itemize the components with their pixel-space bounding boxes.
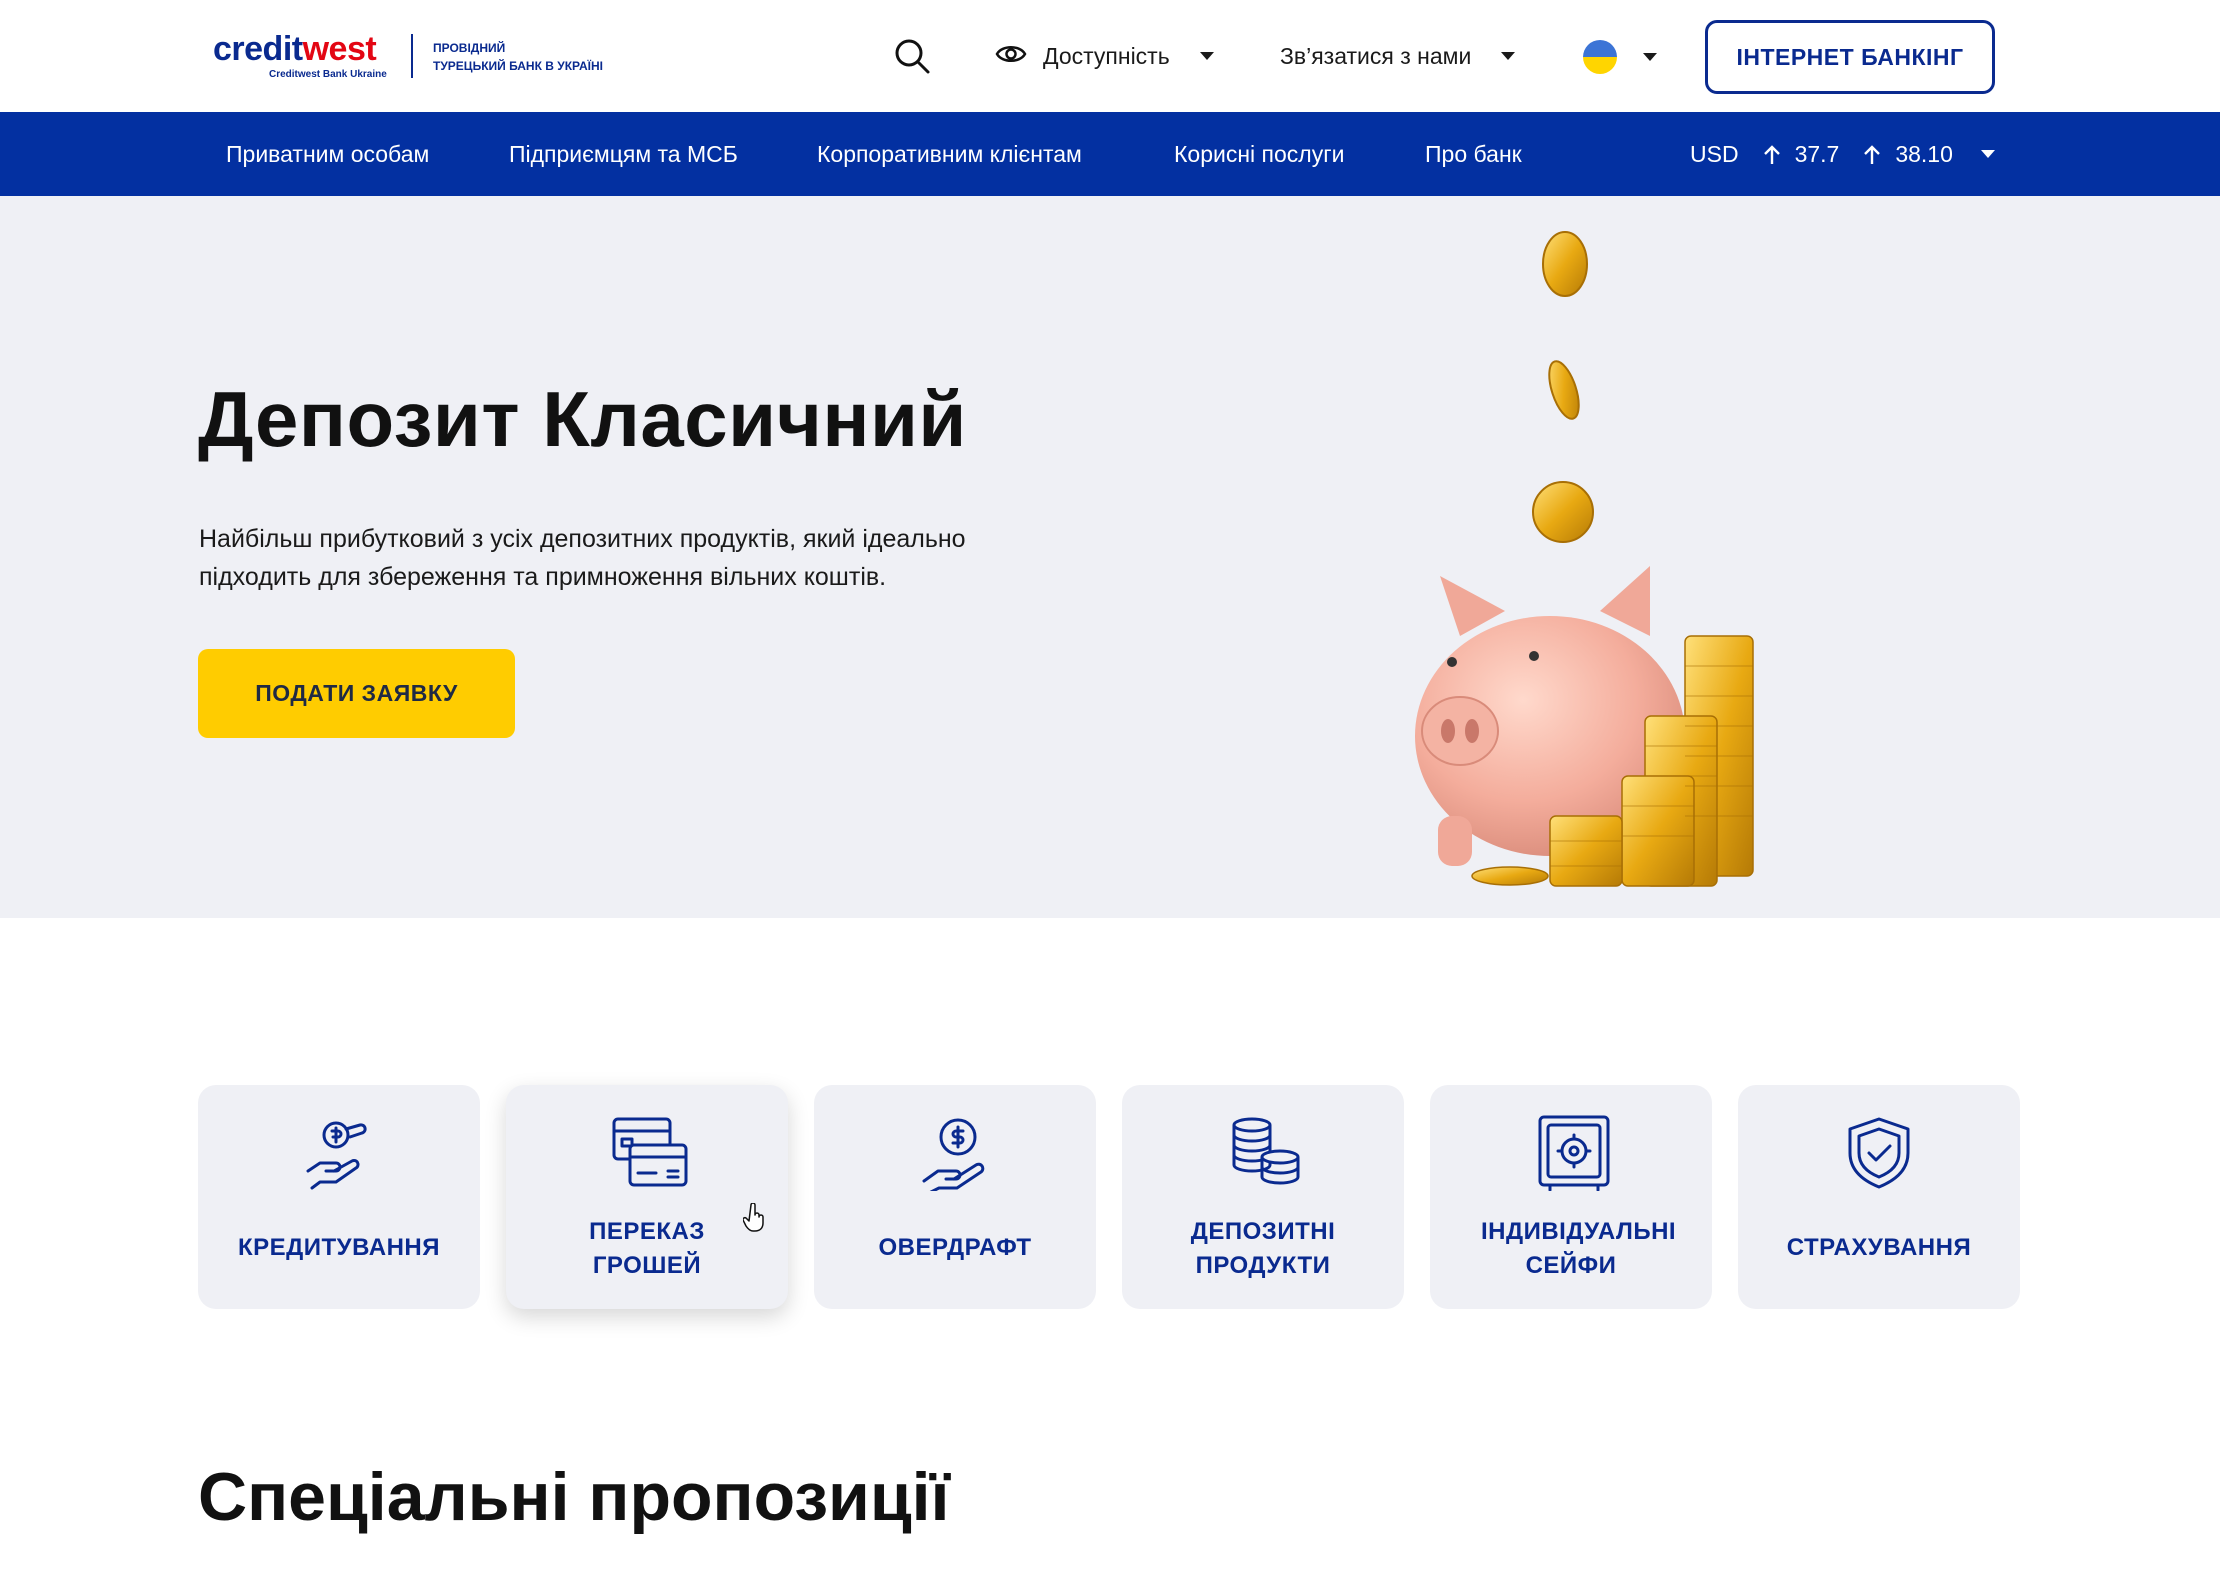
hero-description: Найбільш прибутковий з усіх депозитних п… xyxy=(199,525,966,591)
safe-icon xyxy=(1536,1115,1610,1192)
nav-item-about[interactable]: Про банк xyxy=(1425,112,1522,196)
hand-money-icon xyxy=(304,1115,374,1191)
creditwest-logo[interactable]: creditwest Creditwest Bank Ukraine ПРОВІ… xyxy=(213,30,623,82)
contact-label: Зв’язатися з нами xyxy=(1280,42,1472,69)
service-card-safes[interactable]: ІНДИВІДУАЛЬНІ СЕЙФИ xyxy=(1430,1085,1712,1309)
arrow-up-icon xyxy=(1863,144,1881,164)
service-label: ДЕПОЗИТНІ ПРОДУКТИ xyxy=(1190,1218,1336,1279)
internet-banking-button[interactable]: ІНТЕРНЕТ БАНКІНГ xyxy=(1705,20,1995,94)
cards-transfer-icon xyxy=(612,1115,688,1191)
currency-rates[interactable]: USD 37.7 38.10 xyxy=(1690,112,1995,196)
special-offers-title: Спеціальні пропозиції xyxy=(198,1459,950,1535)
service-card-transfer[interactable]: ПЕРЕКАЗ ГРОШЕЙ xyxy=(506,1085,788,1309)
service-card-lending[interactable]: КРЕДИТУВАННЯ xyxy=(198,1085,480,1309)
service-label: ПЕРЕКАЗ ГРОШЕЙ xyxy=(589,1218,705,1279)
piggy-bank-illustration xyxy=(1400,216,1800,896)
nav-item-corporate[interactable]: Корпоративним клієнтам xyxy=(817,112,1082,196)
logo-tagline: ПРОВІДНИЙ ТУРЕЦЬКИЙ БАНК В УКРАЇНІ xyxy=(433,41,603,73)
nav-item-private[interactable]: Приватним особам xyxy=(226,112,429,196)
chevron-down-icon xyxy=(1199,52,1214,60)
ukraine-flag-icon xyxy=(1583,40,1617,74)
nav-item-services[interactable]: Корисні послуги xyxy=(1174,112,1344,196)
top-header: creditwest Creditwest Bank Ukraine ПРОВІ… xyxy=(0,0,2220,112)
service-card-insurance[interactable]: СТРАХУВАННЯ xyxy=(1738,1085,2020,1309)
hero-banner: Депозит Класичний Найбільш прибутковий з… xyxy=(0,196,2220,918)
hand-dollar-coin-icon xyxy=(920,1115,990,1194)
chevron-down-icon xyxy=(1501,52,1516,60)
language-switcher[interactable] xyxy=(1583,40,1657,74)
accessibility-menu[interactable]: Доступність xyxy=(995,36,1214,76)
eye-icon xyxy=(995,42,1027,71)
hand-pointer-cursor-icon xyxy=(742,1202,767,1233)
apply-button[interactable]: ПОДАТИ ЗАЯВКУ xyxy=(198,649,515,738)
service-card-overdraft[interactable]: ОВЕРДРАФТ xyxy=(814,1085,1096,1309)
logo-divider xyxy=(411,34,413,78)
contact-menu[interactable]: Зв’язатися з нами xyxy=(1280,36,1516,76)
logo-wordmark: creditwest xyxy=(213,30,377,68)
search-icon[interactable] xyxy=(892,36,932,76)
service-card-deposits[interactable]: ДЕПОЗИТНІ ПРОДУКТИ xyxy=(1122,1085,1404,1309)
currency-code: USD xyxy=(1690,140,1739,167)
chevron-down-icon xyxy=(1643,53,1657,61)
buy-rate: 37.7 xyxy=(1794,140,1840,167)
service-label: КРЕДИТУВАННЯ xyxy=(238,1234,440,1261)
service-label: ІНДИВІДУАЛЬНІ СЕЙФИ xyxy=(1481,1218,1677,1279)
coin-stack-icon xyxy=(1228,1115,1300,1191)
main-nav: Приватним особам Підприємцям та МСБ Корп… xyxy=(0,112,2220,196)
hero-title: Депозит Класичний xyxy=(198,375,967,463)
nav-item-sme[interactable]: Підприємцям та МСБ xyxy=(509,112,738,196)
logo-subtitle: Creditwest Bank Ukraine xyxy=(269,69,387,80)
shield-check-icon xyxy=(1844,1115,1914,1191)
arrow-up-icon xyxy=(1763,144,1781,164)
service-cards: КРЕДИТУВАННЯ ПЕРЕКАЗ ГРОШЕЙ ОВЕРДРАФТ ДЕ… xyxy=(198,1085,2022,1309)
service-label: ОВЕРДРАФТ xyxy=(878,1234,1032,1261)
sell-rate: 38.10 xyxy=(1895,140,1953,167)
service-label: СТРАХУВАННЯ xyxy=(1786,1234,1972,1261)
chevron-down-icon xyxy=(1980,150,1995,158)
accessibility-label: Доступність xyxy=(1043,42,1170,69)
